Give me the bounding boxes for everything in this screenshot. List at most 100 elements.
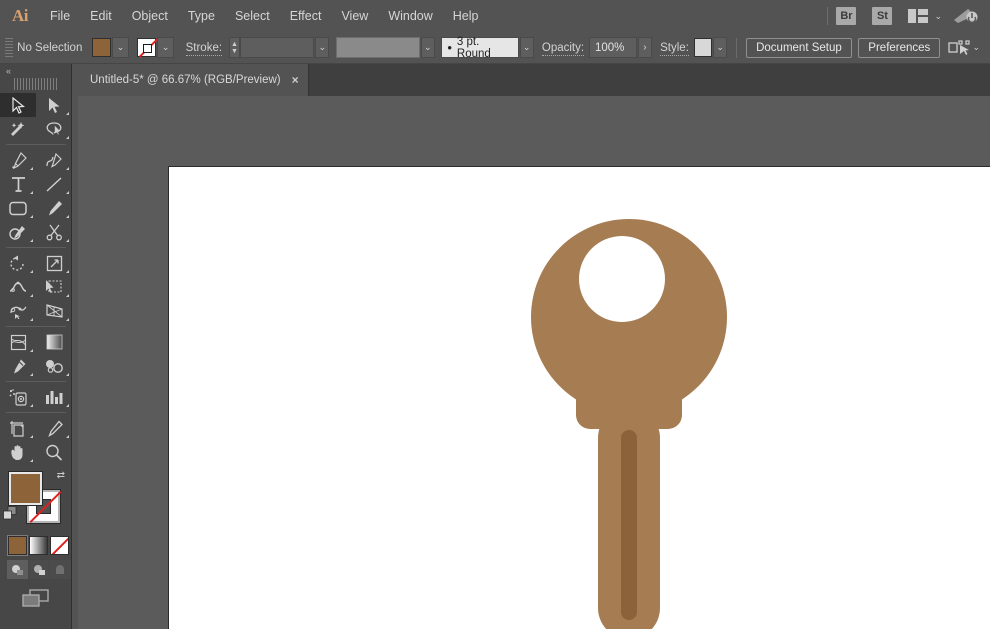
- tool-flyout-corner-icon: [66, 294, 69, 297]
- direct-selection-tool[interactable]: [36, 93, 72, 117]
- menu-help[interactable]: Help: [443, 0, 489, 32]
- toolbar-divider: [6, 412, 66, 413]
- fill-swatch-group[interactable]: ⌄: [92, 37, 130, 58]
- hand-tool[interactable]: [0, 440, 36, 464]
- brush-bullet-icon: •: [447, 40, 452, 55]
- tool-flyout-corner-icon: [30, 404, 33, 407]
- scissors-tool[interactable]: [36, 220, 72, 244]
- brush-definition-value: 3 pt. Round: [456, 35, 491, 60]
- stroke-profile-chevron-icon[interactable]: ⌄: [420, 37, 435, 58]
- fill-dropdown-chevron-icon[interactable]: ⌄: [112, 37, 130, 58]
- line-segment-tool[interactable]: [36, 172, 72, 196]
- column-graph-tool[interactable]: [36, 385, 72, 409]
- workspace-layout-icon[interactable]: [908, 9, 929, 23]
- width-tool[interactable]: [0, 275, 36, 299]
- document-tab-bar: Untitled-5* @ 66.67% (RGB/Preview) ×: [78, 64, 990, 96]
- shape-builder-tool[interactable]: [0, 330, 36, 354]
- color-mode-button[interactable]: [7, 535, 28, 556]
- stroke-weight-chevron-icon[interactable]: ⌄: [315, 37, 330, 58]
- style-label: Style:: [660, 41, 689, 56]
- magic-wand-tool[interactable]: [0, 117, 36, 141]
- stroke-swatch-none-icon[interactable]: [137, 38, 157, 57]
- toolbar-grip[interactable]: [13, 78, 58, 90]
- bridge-button[interactable]: Br: [836, 7, 857, 25]
- document-tab[interactable]: Untitled-5* @ 66.67% (RGB/Preview) ×: [78, 64, 309, 96]
- menu-object[interactable]: Object: [122, 0, 178, 32]
- menu-select[interactable]: Select: [225, 0, 280, 32]
- scale-tool[interactable]: [36, 251, 72, 275]
- control-bar: No Selection ⌄ ⌄ Stroke: ▲ ▼ ⌄ ⌄ • 3 pt. …: [0, 32, 990, 64]
- select-similar-icon[interactable]: [948, 39, 971, 56]
- rectangle-tool[interactable]: [0, 196, 36, 220]
- tool-flyout-corner-icon: [30, 435, 33, 438]
- none-mode-button[interactable]: [50, 536, 69, 555]
- stroke-swatch-group[interactable]: ⌄: [137, 37, 175, 58]
- menu-window[interactable]: Window: [378, 0, 442, 32]
- stroke-weight-input[interactable]: [240, 37, 315, 58]
- curvature-tool[interactable]: [36, 148, 72, 172]
- rocket-launch-icon[interactable]: [952, 7, 978, 25]
- lasso-tool[interactable]: [36, 117, 72, 141]
- key-illustration[interactable]: [499, 217, 759, 629]
- close-icon[interactable]: ×: [292, 73, 299, 87]
- graphic-style-swatch[interactable]: [693, 38, 713, 57]
- menu-edit[interactable]: Edit: [80, 0, 122, 32]
- tool-flyout-corner-icon: [66, 270, 69, 273]
- brush-definition-select[interactable]: • 3 pt. Round: [441, 35, 519, 60]
- draw-inside-button[interactable]: [50, 560, 72, 579]
- perspective-grid-tool[interactable]: [36, 299, 72, 323]
- artboard-tool[interactable]: [0, 416, 36, 440]
- opacity-input[interactable]: 100%: [588, 37, 637, 58]
- app-logo-icon: Ai: [12, 6, 29, 25]
- menu-type[interactable]: Type: [178, 0, 225, 32]
- stroke-profile-select[interactable]: [335, 37, 420, 58]
- pen-tool[interactable]: [0, 148, 36, 172]
- opacity-options-arrow-icon[interactable]: ›: [637, 37, 652, 58]
- shaper-tool[interactable]: [0, 220, 36, 244]
- artboard[interactable]: [168, 166, 990, 629]
- tool-flyout-corner-icon: [66, 404, 69, 407]
- draw-normal-button[interactable]: [7, 560, 28, 579]
- document-setup-button[interactable]: Document Setup: [746, 37, 852, 58]
- color-mode-buttons: [0, 532, 71, 556]
- rotate-tool[interactable]: [0, 251, 36, 275]
- menu-view[interactable]: View: [331, 0, 378, 32]
- toolbar-divider: [6, 144, 66, 145]
- tool-flyout-corner-icon: [30, 294, 33, 297]
- toolbar-fill-swatch[interactable]: [8, 471, 43, 506]
- select-similar-chevron-icon[interactable]: ⌄: [972, 42, 980, 53]
- type-tool[interactable]: [0, 172, 36, 196]
- swap-fill-stroke-icon[interactable]: ⇄: [57, 470, 65, 481]
- slice-tool[interactable]: [36, 416, 72, 440]
- default-fill-stroke-icon[interactable]: [3, 506, 18, 526]
- opacity-label: Opacity:: [541, 41, 585, 56]
- control-bar-grip[interactable]: [5, 37, 14, 58]
- preferences-button[interactable]: Preferences: [858, 37, 941, 58]
- eyedropper-tool[interactable]: [0, 354, 36, 378]
- draw-behind-button[interactable]: [28, 560, 50, 579]
- canvas-area[interactable]: [78, 96, 990, 629]
- menu-effect[interactable]: Effect: [280, 0, 332, 32]
- free-transform-tool[interactable]: [36, 275, 72, 299]
- style-chevron-icon[interactable]: ⌄: [713, 37, 728, 58]
- toolbar-collapse-icon[interactable]: «: [0, 64, 71, 78]
- puppet-warp-tool[interactable]: [0, 299, 36, 323]
- fill-swatch[interactable]: [92, 38, 112, 57]
- selection-tool[interactable]: [0, 93, 36, 117]
- change-screen-mode-button[interactable]: [0, 579, 71, 608]
- blend-tool[interactable]: [36, 354, 72, 378]
- zoom-tool[interactable]: [36, 440, 72, 464]
- gradient-tool[interactable]: [36, 330, 72, 354]
- tool-flyout-corner-icon: [66, 239, 69, 242]
- workspace-chevron-down-icon[interactable]: ⌄: [934, 11, 942, 22]
- stroke-weight-stepper[interactable]: ▲ ▼: [228, 37, 241, 58]
- gradient-mode-button[interactable]: [29, 536, 48, 555]
- brush-chevron-icon[interactable]: ⌄: [519, 37, 534, 58]
- symbol-sprayer-tool[interactable]: [0, 385, 36, 409]
- stroke-dropdown-chevron-icon[interactable]: ⌄: [157, 37, 175, 58]
- stroke-label: Stroke:: [185, 41, 223, 56]
- stock-button[interactable]: St: [872, 7, 893, 25]
- tools-panel: « ⇄: [0, 64, 72, 629]
- menu-file[interactable]: File: [40, 0, 80, 32]
- paintbrush-tool[interactable]: [36, 196, 72, 220]
